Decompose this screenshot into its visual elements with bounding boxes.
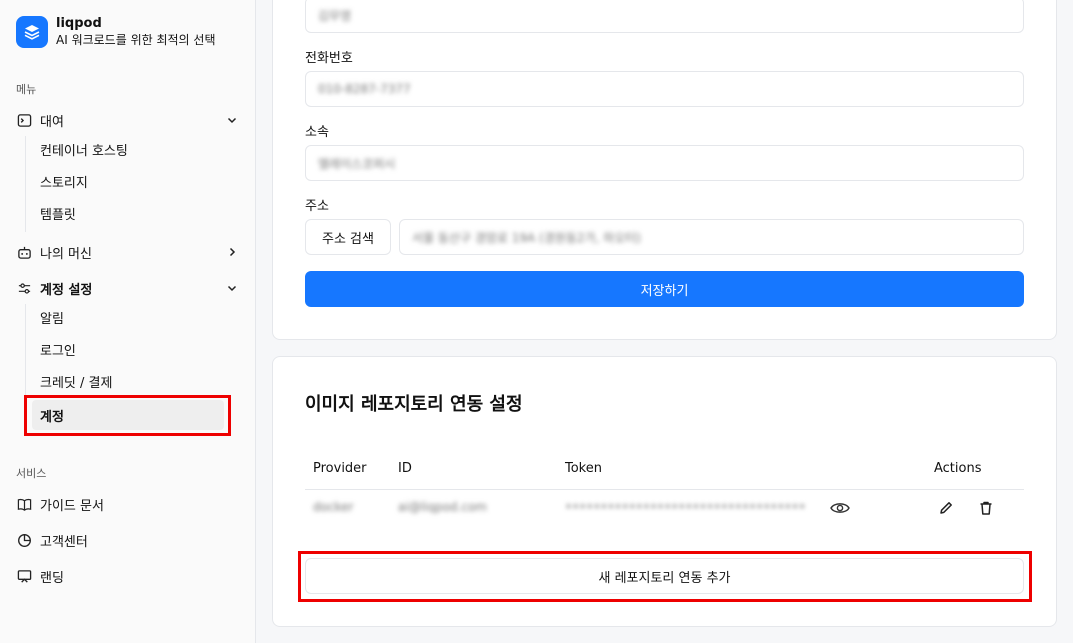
nav-support[interactable]: 고객센터	[16, 528, 240, 552]
settings-sliders-icon	[16, 280, 32, 296]
name-value: 김무영	[318, 8, 352, 23]
app-tagline: AI 워크로드를 위한 최적의 선택	[56, 33, 216, 47]
chevron-down-icon	[224, 112, 240, 128]
app-name: liqpod	[56, 16, 102, 31]
brand[interactable]: liqpod AI 워크로드를 위한 최적의 선택	[16, 16, 216, 48]
registry-title: 이미지 레포지토리 연동 설정	[305, 394, 523, 415]
trash-icon[interactable]	[976, 498, 996, 518]
stack-logo-icon	[16, 16, 48, 48]
chevron-down-icon	[224, 280, 240, 296]
terminal-icon	[16, 112, 32, 128]
pie-chart-icon	[16, 532, 32, 548]
col-id: ID	[398, 461, 412, 476]
nav-login[interactable]: 로그인	[40, 342, 76, 362]
phone-field[interactable]: 010-8287-7377	[305, 71, 1024, 107]
nav-account-settings[interactable]: 계정 설정	[16, 276, 240, 300]
nav-guide-docs-label: 가이드 문서	[40, 498, 104, 514]
nav-my-machine[interactable]: 나의 머신	[16, 240, 240, 264]
row-token: ••••••••••••••••••••••••••••••••••	[565, 500, 806, 514]
nav-rent-label: 대여	[40, 114, 64, 130]
nav-rent[interactable]: 대여	[16, 108, 240, 132]
org-value: 엘레이스코퍼시	[318, 156, 396, 171]
col-provider: Provider	[313, 461, 367, 476]
phone-label: 전화번호	[305, 51, 353, 66]
nav-landing-label: 랜딩	[40, 570, 64, 586]
col-actions: Actions	[934, 461, 982, 476]
nav-credit-payment[interactable]: 크레딧 / 결제	[40, 374, 112, 394]
sidebar: liqpod AI 워크로드를 위한 최적의 선택 메뉴 대여 컨테이너 호스팅…	[0, 0, 256, 643]
nav-account-settings-label: 계정 설정	[40, 282, 93, 298]
services-section-label: 서비스	[16, 467, 47, 480]
phone-value: 010-8287-7377	[318, 82, 411, 96]
org-label: 소속	[305, 125, 329, 140]
col-token: Token	[565, 461, 602, 476]
robot-icon	[16, 244, 32, 260]
highlight-box-account	[24, 395, 231, 436]
presentation-icon	[16, 568, 32, 584]
address-label: 주소	[305, 199, 329, 214]
nav-support-label: 고객센터	[40, 534, 88, 550]
address-value: 서울 동산구 경암로 19A (경원동2가, 하오터)	[412, 230, 641, 245]
nav-landing[interactable]: 랜딩	[16, 564, 240, 588]
row-id: ai@liqpod.com	[398, 500, 487, 514]
menu-section-label: 메뉴	[16, 83, 37, 96]
save-button[interactable]: 저장하기	[305, 271, 1024, 307]
name-field[interactable]: 김무영	[305, 0, 1024, 33]
nav-storage[interactable]: 스토리지	[40, 174, 88, 194]
row-provider: docker	[313, 500, 354, 514]
nav-guide-docs[interactable]: 가이드 문서	[16, 492, 240, 516]
nav-templates[interactable]: 템플릿	[40, 206, 76, 226]
edit-pencil-icon[interactable]	[936, 498, 956, 518]
chevron-right-icon	[224, 244, 240, 260]
address-search-button[interactable]: 주소 검색	[305, 219, 391, 255]
nav-my-machine-label: 나의 머신	[40, 246, 92, 262]
highlight-box-add-repository	[298, 551, 1032, 602]
org-field[interactable]: 엘레이스코퍼시	[305, 145, 1024, 181]
table-divider	[305, 489, 1024, 490]
nav-container-hosting[interactable]: 컨테이너 호스팅	[40, 142, 128, 162]
eye-icon[interactable]	[830, 498, 850, 518]
book-open-icon	[16, 496, 32, 512]
address-field[interactable]: 서울 동산구 경암로 19A (경원동2가, 하오터)	[399, 219, 1024, 255]
nav-notifications[interactable]: 알림	[40, 310, 64, 330]
